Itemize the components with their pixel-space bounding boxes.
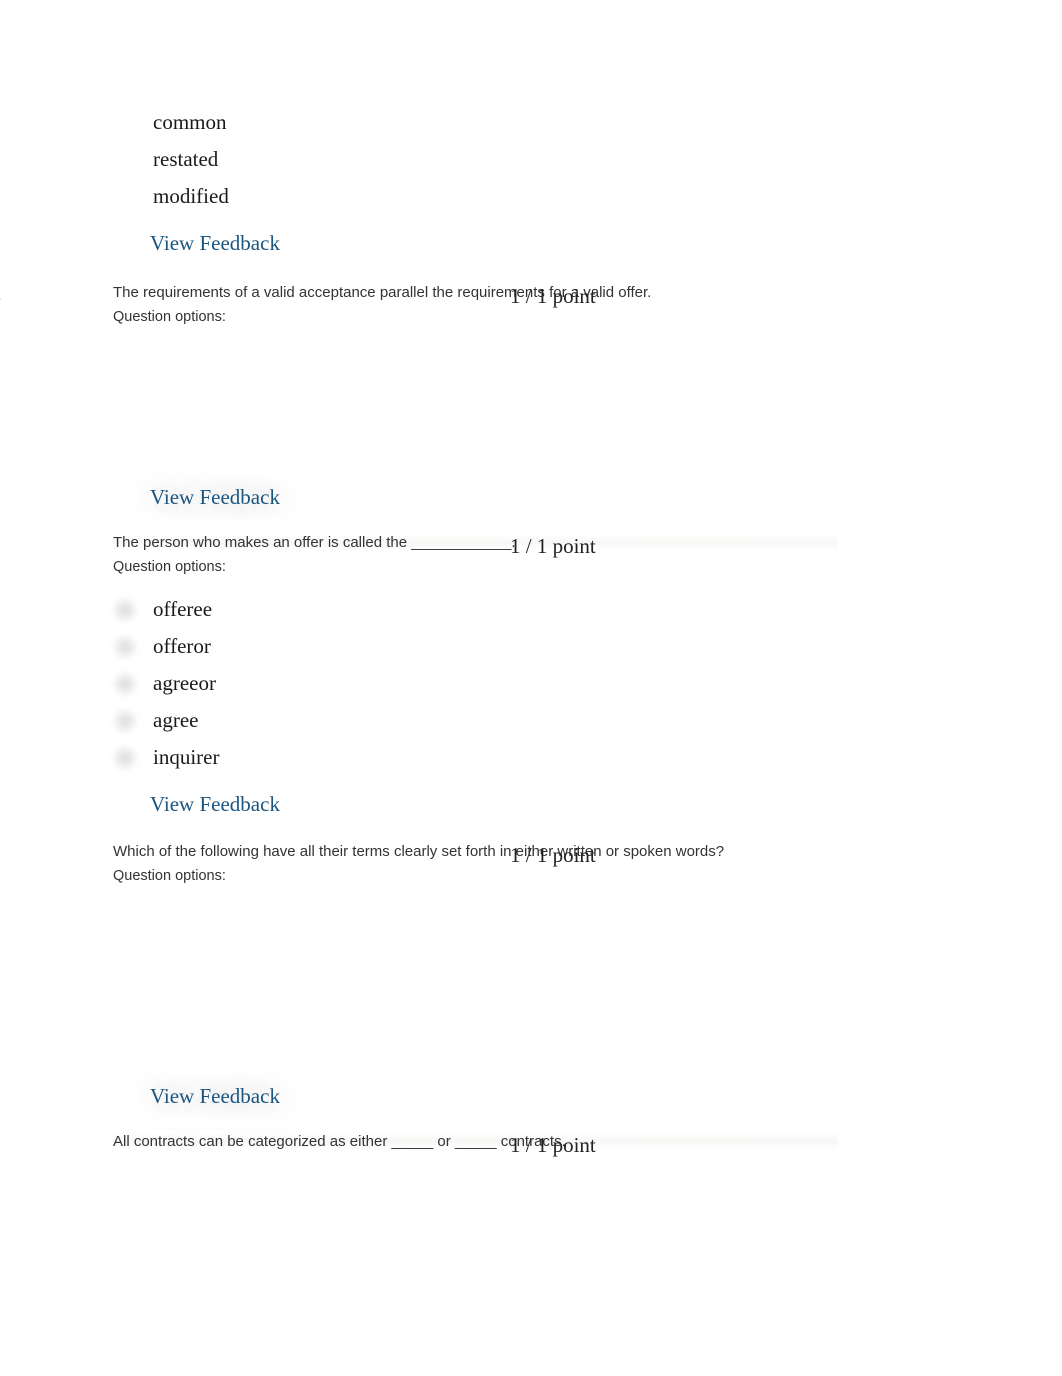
answer-option: common xyxy=(153,110,1062,135)
view-feedback-link[interactable]: View Feedback xyxy=(150,485,280,510)
question-number: 6 xyxy=(0,843,1,868)
hidden-options-area xyxy=(0,884,1062,1074)
answer-option-row[interactable]: agree xyxy=(153,708,1062,733)
question-number: 5 xyxy=(0,534,1,559)
answer-option: agree xyxy=(153,708,198,733)
answer-option: offeree xyxy=(153,597,212,622)
radio-icon xyxy=(113,746,137,770)
radio-icon xyxy=(113,672,137,696)
answer-option-row[interactable]: offeror xyxy=(153,634,1062,659)
options-label: Question options: xyxy=(113,309,1062,325)
question-number: 7 xyxy=(0,1133,1,1158)
answer-option: modified xyxy=(153,184,1062,209)
question-text: The person who makes an offer is called … xyxy=(113,534,838,551)
answer-option: inquirer xyxy=(153,745,219,770)
question-7: 7 1 / 1 point All contracts can be categ… xyxy=(0,1133,1062,1150)
radio-icon xyxy=(113,598,137,622)
answer-option: restated xyxy=(153,147,1062,172)
question-number: 4 xyxy=(0,284,1,309)
points-earned: 1 / 1 point xyxy=(510,843,596,868)
answer-option: offeror xyxy=(153,634,211,659)
points-earned: 1 / 1 point xyxy=(510,1133,596,1158)
answer-option-row[interactable]: offeree xyxy=(153,597,1062,622)
options-label: Question options: xyxy=(113,559,1062,575)
points-earned: 1 / 1 point xyxy=(510,534,596,559)
options-label: Question options: xyxy=(113,868,1062,884)
hidden-options-area xyxy=(0,325,1062,475)
radio-icon xyxy=(113,635,137,659)
question-prior: common restated modified View Feedback xyxy=(0,110,1062,256)
prior-options-list: common restated modified xyxy=(153,110,1062,209)
question-4: 4 1 / 1 point The requirements of a vali… xyxy=(0,284,1062,510)
answer-option-row[interactable]: agreeor xyxy=(153,671,1062,696)
view-feedback-link[interactable]: View Feedback xyxy=(150,792,280,817)
question-5: 5 1 / 1 point The person who makes an of… xyxy=(0,534,1062,817)
options-list: offeree offeror agreeor agree inquirer xyxy=(153,597,1062,770)
view-feedback-link[interactable]: View Feedback xyxy=(150,1084,280,1109)
points-earned: 1 / 1 point xyxy=(510,284,596,309)
view-feedback-link[interactable]: View Feedback xyxy=(150,231,280,256)
answer-option: agreeor xyxy=(153,671,216,696)
question-6: 6 1 / 1 point Which of the following hav… xyxy=(0,843,1062,1109)
radio-icon xyxy=(113,709,137,733)
answer-option-row[interactable]: inquirer xyxy=(153,745,1062,770)
question-text: All contracts can be categorized as eith… xyxy=(113,1133,838,1150)
